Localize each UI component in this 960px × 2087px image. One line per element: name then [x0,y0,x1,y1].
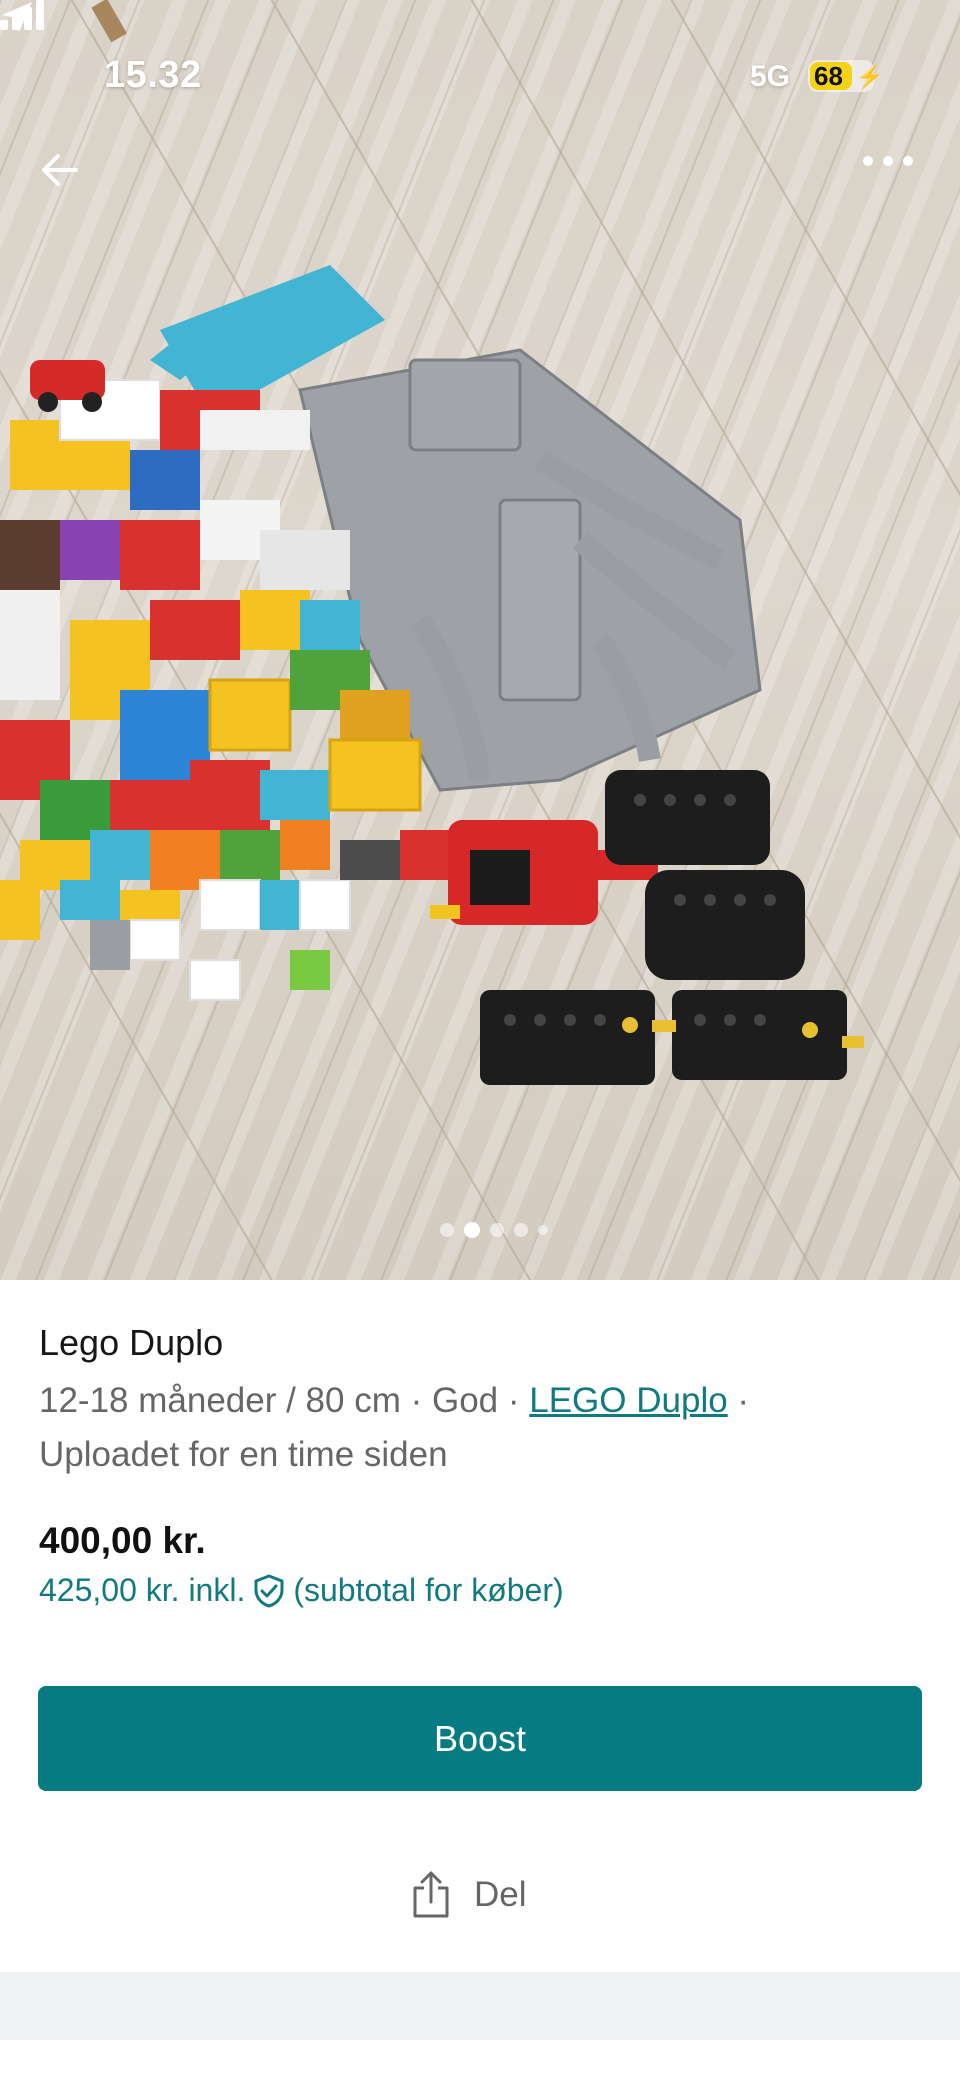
upload-time: Uploadet for en time siden [39,1435,448,1474]
share-icon [413,1871,449,1918]
more-icon [863,156,913,166]
boost-button[interactable]: Boost [38,1686,922,1791]
gallery-dot[interactable] [464,1222,480,1238]
item-condition: God [431,1381,499,1420]
footer-divider [0,1972,960,2087]
gallery-dot[interactable] [490,1223,504,1237]
meta-separator: · [498,1381,530,1420]
item-size: 12-18 måneder / 80 cm [39,1381,401,1420]
charging-bolt-icon: ⚡ [856,64,884,89]
product-photo[interactable]: 15.32 5G 68 ⚡ [0,0,960,1280]
buyer-price-note: (subtotal for køber) [293,1572,564,1608]
battery-indicator: 68 ⚡ [808,60,883,92]
gallery-dot[interactable] [514,1223,528,1237]
gallery-dot[interactable] [538,1225,548,1235]
meta-separator: · [400,1381,432,1420]
network-label: 5G [750,60,791,93]
share-button[interactable]: Del [410,1870,527,1920]
more-options-button[interactable] [862,155,922,205]
footer-area [0,2040,960,2087]
gallery-dot[interactable] [440,1223,454,1237]
shield-check-icon [254,1574,284,1607]
back-button[interactable] [40,150,100,210]
signal-icon [0,0,44,30]
item-meta: 12-18 måneder / 80 cm · God · LEGO Duplo… [39,1374,919,1482]
lego-photo-illustration [0,0,960,1280]
brand-link[interactable]: LEGO Duplo [529,1381,727,1420]
back-arrow-icon [42,154,78,186]
gallery-pagination[interactable] [440,1222,548,1238]
meta-separator: · [727,1381,750,1420]
buyer-price-info[interactable]: 425,00 kr. inkl. (subtotal for køber) [39,1572,564,1609]
battery-level: 68 [814,61,843,91]
item-title: Lego Duplo [39,1322,224,1363]
status-time: 15.32 [104,54,202,96]
item-price: 400,00 kr. [39,1520,206,1561]
share-label: Del [474,1875,527,1914]
buyer-price: 425,00 kr. inkl. [39,1572,246,1608]
